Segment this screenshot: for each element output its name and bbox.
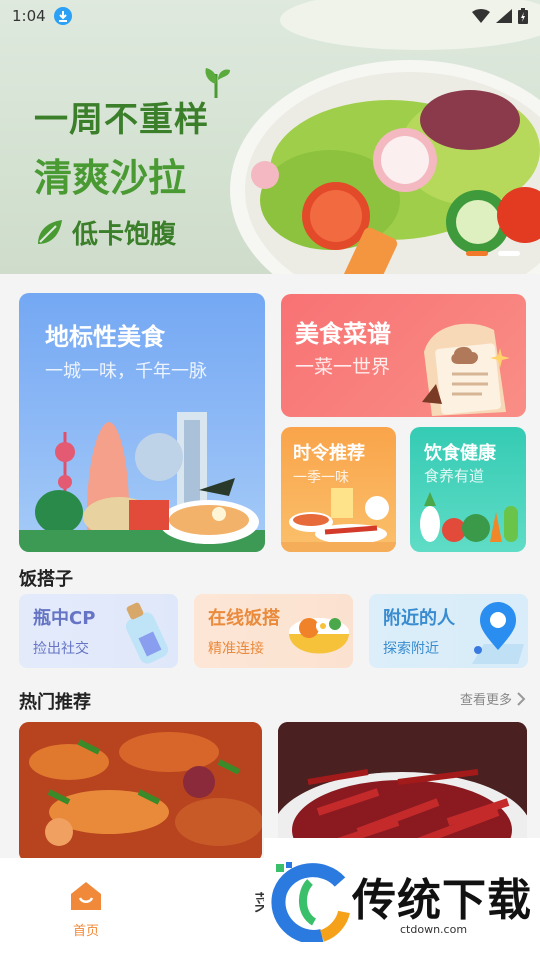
banner-line-2: 清爽沙拉: [34, 156, 187, 200]
city-landmarks-illustration: [19, 412, 265, 552]
nav-home-label: 首页: [72, 924, 99, 939]
landmark-food-card[interactable]: 地标性美食 一城一味，千年一脉: [19, 293, 265, 552]
health-card-title: 饮食健康: [424, 443, 496, 464]
online-partner-title: 在线饭搭: [208, 608, 280, 629]
watermark-brand: 传统下载: [352, 875, 532, 926]
online-partner-subtitle: 精准连接: [208, 641, 264, 657]
spicy-shrimp-photo: [19, 722, 262, 862]
online-partner-card[interactable]: 在线饭搭 精准连接: [194, 594, 353, 668]
vegetables-illustration: [420, 492, 518, 542]
view-more-link[interactable]: 查看更多: [460, 689, 526, 708]
view-more-label: 查看更多: [459, 693, 512, 708]
signal-icon: [496, 9, 512, 23]
nearby-people-card[interactable]: 附近的人 探索附近: [369, 594, 528, 668]
promo-banner[interactable]: 一周不重样 清爽沙拉 低卡饱腹: [0, 0, 540, 274]
bottle-icon: [125, 602, 169, 664]
ctdown-logo: [271, 862, 350, 942]
status-bar: 1:04: [0, 0, 540, 32]
banner-pagination: [466, 251, 520, 256]
hot-food-image-1[interactable]: [19, 722, 262, 862]
nearby-people-subtitle: 探索附近: [383, 641, 439, 657]
nearby-people-title: 附近的人: [383, 608, 455, 629]
leaf-icon: [38, 219, 62, 244]
banner-line-3: 低卡饱腹: [72, 220, 177, 250]
banner-headline: 一周不重样 清爽沙拉 低卡饱腹: [34, 92, 209, 251]
home-icon: [71, 882, 101, 910]
bottle-cp-subtitle: 捡出社交: [33, 641, 89, 657]
recipe-book-illustration: [422, 323, 510, 416]
seasonal-card-title: 时令推荐: [293, 443, 365, 464]
health-card-subtitle: 食养有道: [424, 467, 485, 485]
status-time: 1:04: [12, 7, 46, 25]
battery-icon: [518, 8, 528, 24]
banner-line-1: 一周不重样: [34, 100, 209, 140]
bottle-cp-card[interactable]: 瓶中CP 捡出社交: [19, 594, 178, 668]
diet-health-card[interactable]: 饮食健康 食养有道: [410, 427, 526, 552]
sprout-icon: [205, 68, 230, 98]
banner-dot-1[interactable]: [466, 251, 488, 256]
partner-section-title: 饭搭子: [19, 569, 73, 590]
wifi-icon: [472, 9, 490, 23]
seasonal-recommend-card[interactable]: 时令推荐 一季一味: [281, 427, 396, 552]
site-watermark: 传统下载 ctdown.com: [264, 838, 540, 960]
location-pin-icon: [472, 602, 524, 664]
app-screen: 一周不重样 清爽沙拉 低卡饱腹 1:04 地标性美食 一城一味，千年一脉 美食菜…: [0, 0, 540, 960]
landmark-card-title: 地标性美食: [45, 323, 165, 351]
bottle-cp-title: 瓶中CP: [33, 608, 96, 629]
watermark-url: ctdown.com: [400, 923, 468, 936]
recipes-card[interactable]: 美食菜谱 一菜一世界: [281, 294, 526, 417]
landmark-card-subtitle: 一城一味，千年一脉: [45, 361, 207, 382]
download-notification-icon: [53, 7, 72, 25]
recipes-card-title: 美食菜谱: [295, 320, 391, 348]
banner-dot-2[interactable]: [498, 251, 520, 256]
chevron-right-icon: [517, 691, 526, 706]
seasonal-dishes-illustration: [281, 488, 396, 552]
rice-bowl-icon: [289, 618, 349, 654]
hot-section-title: 热门推荐: [19, 692, 91, 713]
recipes-card-subtitle: 一菜一世界: [295, 356, 391, 378]
nav-home-tab[interactable]: 首页: [54, 880, 118, 939]
banner-line-3-row: 低卡饱腹: [34, 214, 209, 251]
